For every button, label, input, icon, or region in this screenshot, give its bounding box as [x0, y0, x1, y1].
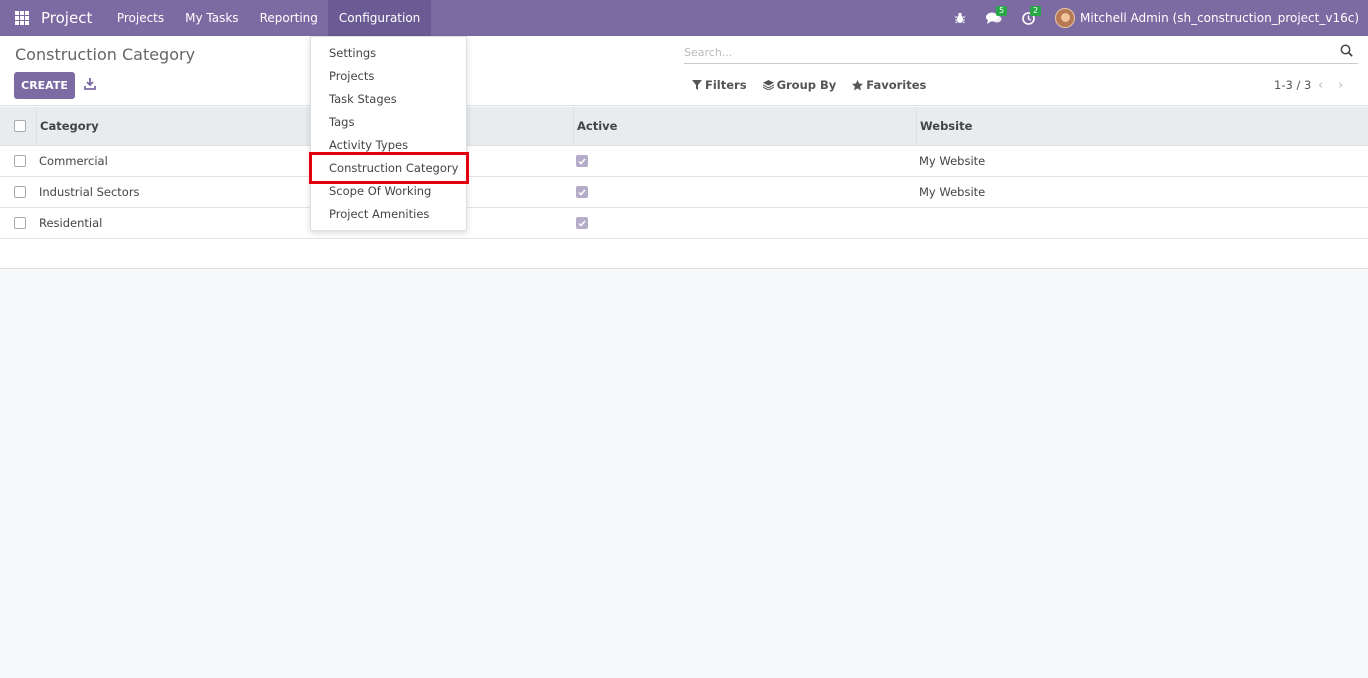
pager-next-icon[interactable]: › — [1338, 78, 1343, 93]
user-menu-name[interactable]: Mitchell Admin (sh_construction_project_… — [1080, 11, 1359, 25]
dropdown-item-tags[interactable]: Tags — [311, 111, 466, 134]
dropdown-item-task-stages[interactable]: Task Stages — [311, 88, 466, 111]
pager-previous-icon[interactable]: ‹ — [1318, 78, 1323, 93]
dropdown-item-settings[interactable]: Settings — [311, 42, 466, 65]
select-all-checkbox[interactable] — [14, 120, 26, 132]
menu-projects[interactable]: Projects — [106, 0, 174, 36]
table-header: Category Active Website — [0, 107, 1368, 146]
search-icon[interactable] — [1340, 44, 1354, 58]
dropdown-item-construction-category[interactable]: Construction Category — [311, 157, 466, 180]
dropdown-item-project-amenities[interactable]: Project Amenities — [311, 203, 466, 226]
row-checkbox[interactable] — [14, 186, 26, 198]
table-row[interactable]: Industrial Sectors My Website — [0, 177, 1368, 208]
row-checkbox[interactable] — [14, 155, 26, 167]
menu-configuration[interactable]: Configuration — [328, 0, 431, 36]
app-brand[interactable]: Project — [41, 9, 92, 27]
search-options: Filters Group By Favorites — [692, 78, 942, 92]
column-header-category[interactable]: Category — [36, 107, 573, 146]
favorites-toggle[interactable]: Favorites — [852, 78, 926, 92]
filters-label: Filters — [705, 78, 747, 92]
filters-toggle[interactable]: Filters — [692, 78, 747, 92]
top-navbar: Project Projects My Tasks Reporting Conf… — [0, 0, 1368, 36]
category-cell: Industrial Sectors — [39, 185, 140, 199]
control-panel: Construction Category CREATE Filters Gro… — [0, 36, 1368, 106]
search-bar — [684, 42, 1358, 64]
group-by-label: Group By — [776, 78, 837, 92]
website-cell: My Website — [919, 185, 986, 199]
dropdown-item-projects[interactable]: Projects — [311, 65, 466, 88]
systray: 5 2 Mitchell Admin (sh_construction_proj… — [949, 0, 1368, 36]
activities-count-badge: 2 — [1030, 6, 1042, 16]
messages-count-badge: 5 — [996, 6, 1008, 16]
user-avatar[interactable] — [1055, 8, 1076, 28]
table-footer — [0, 239, 1368, 269]
create-button[interactable]: CREATE — [14, 72, 75, 99]
activities-clock-icon[interactable]: 2 — [1017, 6, 1042, 27]
search-input[interactable] — [684, 42, 1324, 62]
menu-reporting[interactable]: Reporting — [249, 0, 328, 36]
messages-chat-icon[interactable]: 5 — [983, 6, 1008, 27]
category-cell: Residential — [39, 216, 103, 230]
active-checkbox-icon — [576, 186, 588, 198]
debug-bug-icon[interactable] — [949, 9, 971, 27]
column-header-website[interactable]: Website — [916, 107, 1368, 146]
category-list: Category Active Website Commercial My We… — [0, 107, 1368, 269]
group-by-toggle[interactable]: Group By — [762, 78, 837, 92]
category-cell: Commercial — [39, 154, 108, 168]
dropdown-item-activity-types[interactable]: Activity Types — [311, 134, 466, 157]
column-header-active[interactable]: Active — [573, 107, 916, 146]
dropdown-item-scope-of-working[interactable]: Scope Of Working — [311, 180, 466, 203]
filter-funnel-icon — [692, 80, 702, 90]
configuration-dropdown: Settings Projects Task Stages Tags Activ… — [310, 36, 467, 231]
star-icon — [852, 79, 864, 90]
pager-value[interactable]: 1-3 / 3 — [1274, 78, 1311, 92]
menu-my-tasks[interactable]: My Tasks — [175, 0, 249, 36]
favorites-label: Favorites — [866, 78, 927, 92]
table-row[interactable]: Residential — [0, 208, 1368, 239]
page-title: Construction Category — [15, 45, 196, 64]
download-icon[interactable] — [84, 77, 96, 91]
table-row[interactable]: Commercial My Website — [0, 146, 1368, 177]
active-checkbox-icon — [576, 155, 588, 167]
apps-grid-icon[interactable] — [15, 11, 29, 25]
website-cell: My Website — [919, 154, 986, 168]
layers-icon — [762, 80, 774, 90]
row-checkbox[interactable] — [14, 217, 26, 229]
active-checkbox-icon — [576, 217, 588, 229]
